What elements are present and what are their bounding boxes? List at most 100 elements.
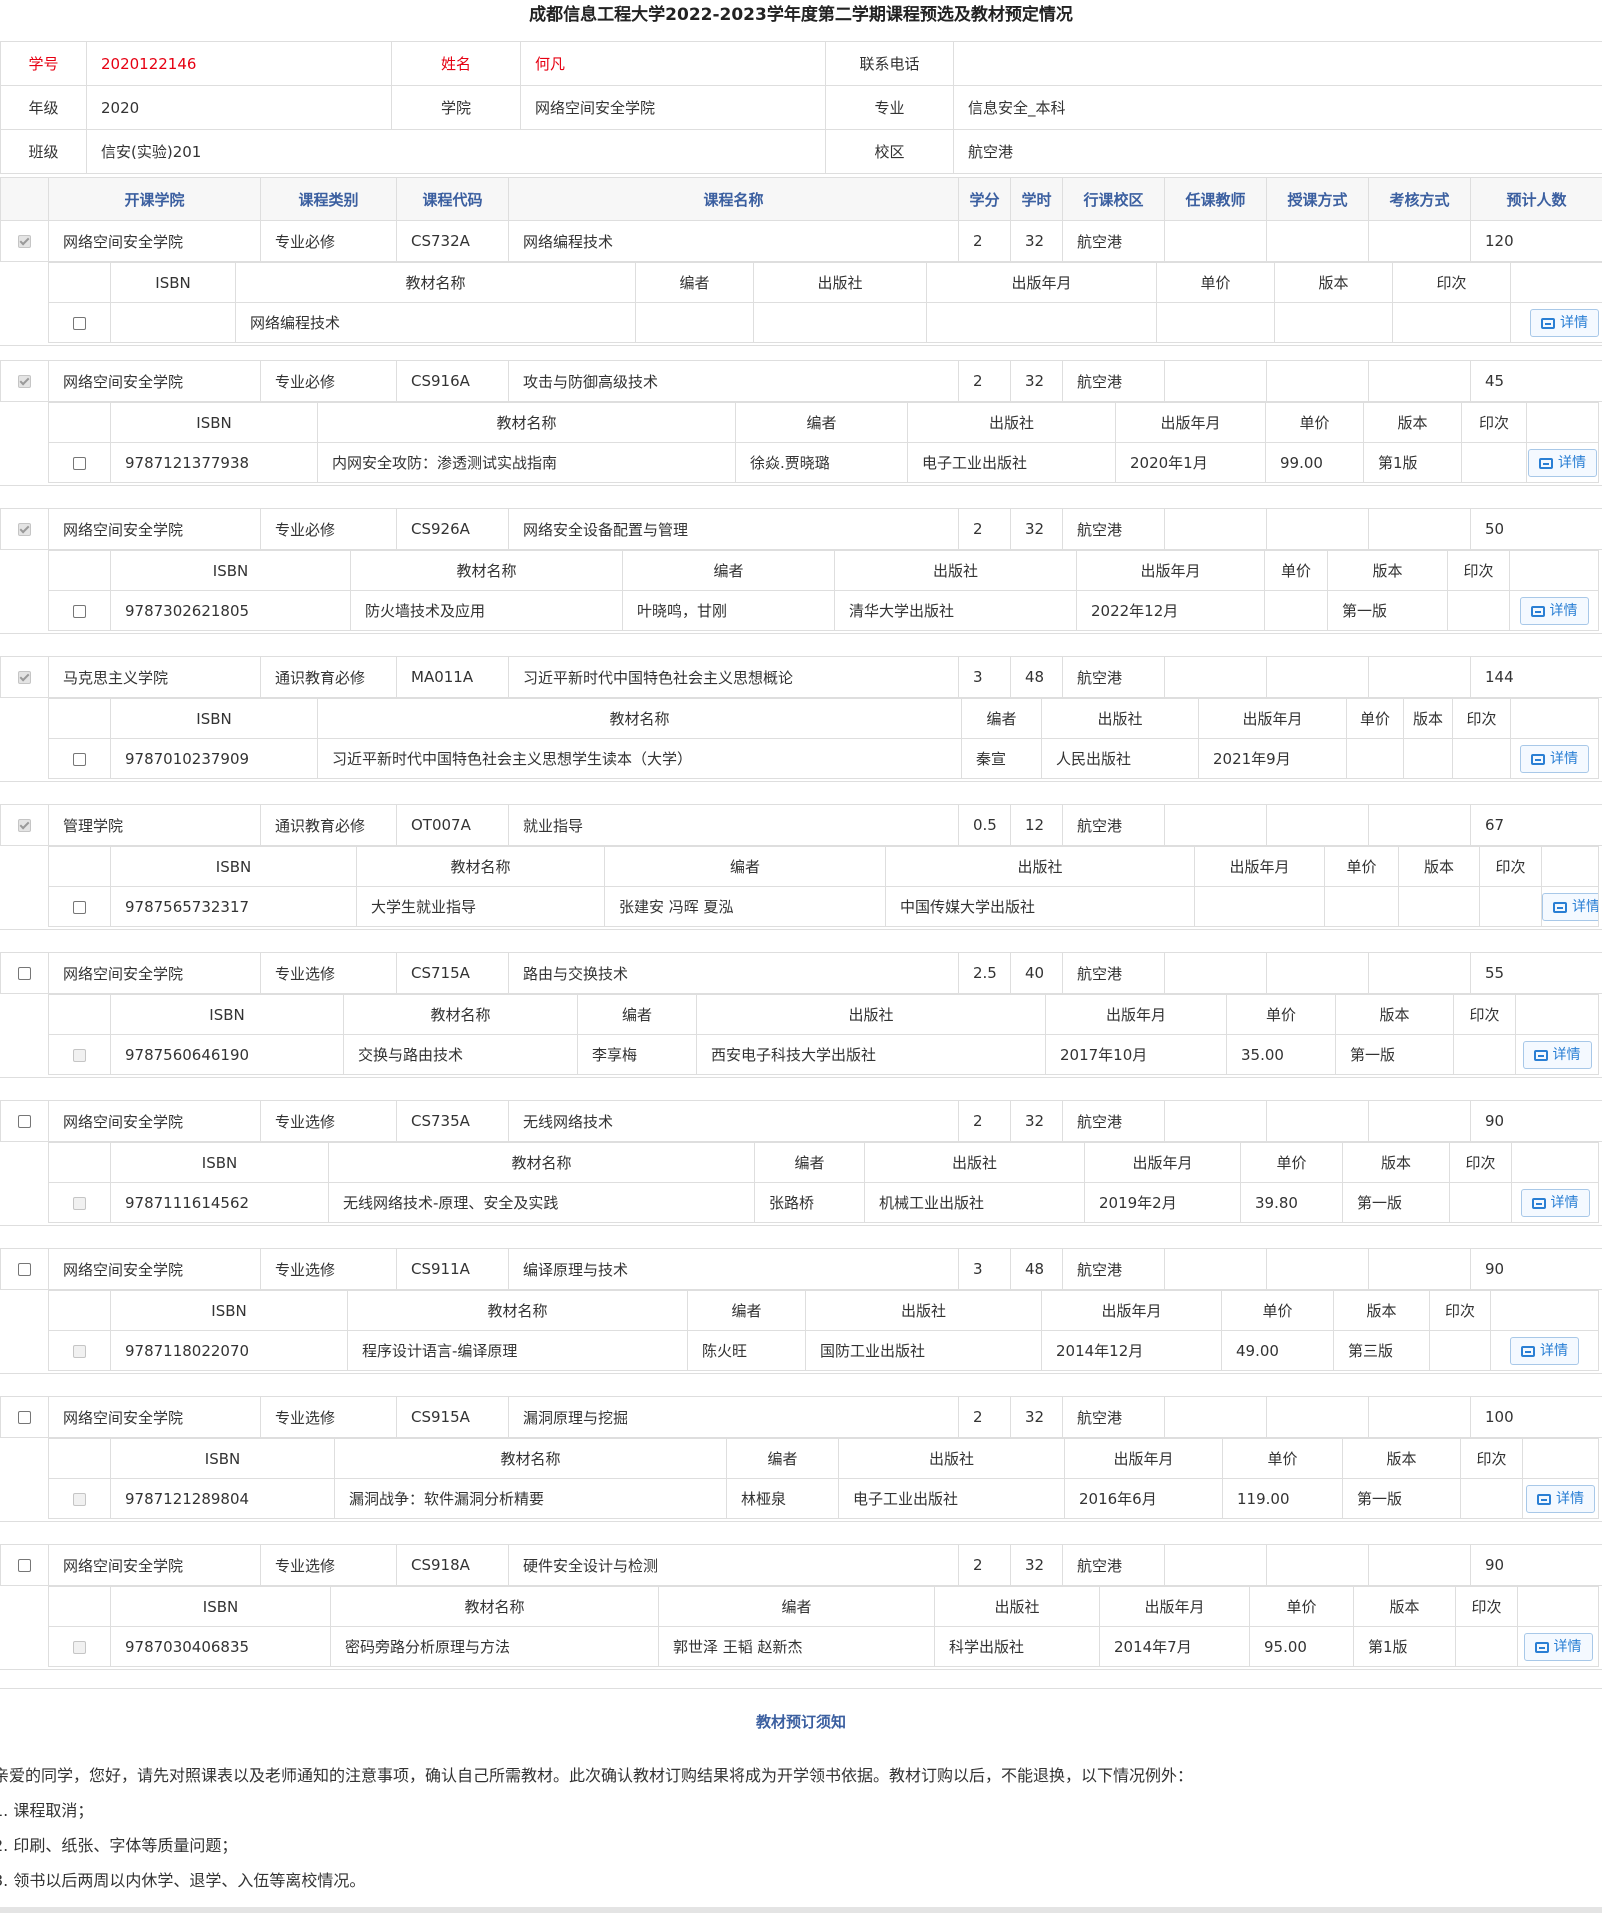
course-name: 网络编程技术	[509, 221, 959, 262]
textbook-header-cell: ISBN	[111, 263, 236, 303]
detail-button[interactable]: 详情	[1520, 597, 1589, 625]
course-select-checkbox[interactable]	[18, 523, 31, 536]
textbook-header-action	[1542, 847, 1599, 887]
detail-button[interactable]: 详情	[1526, 1485, 1595, 1513]
course-credit: 3	[959, 1249, 1011, 1290]
book-date: 2021年9月	[1199, 739, 1347, 779]
course-header-cell: 行课校区	[1063, 178, 1165, 221]
course-count: 120	[1471, 221, 1602, 262]
detail-button-label: 详情	[1572, 899, 1599, 915]
textbook-header-cell: 出版社	[835, 551, 1077, 591]
detail-button-label: 详情	[1550, 603, 1578, 619]
textbook-header-cell: ISBN	[111, 847, 357, 887]
textbook-select-checkbox[interactable]	[73, 901, 86, 914]
course-select-checkbox[interactable]	[18, 1559, 31, 1572]
course-hours: 48	[1011, 657, 1063, 698]
textbook-select-checkbox[interactable]	[73, 753, 86, 766]
card-icon	[1537, 1494, 1551, 1505]
course-select-checkbox[interactable]	[18, 1411, 31, 1424]
book-title: 内网安全攻防：渗透测试实战指南	[318, 443, 736, 483]
detail-button[interactable]: 详情	[1530, 309, 1599, 337]
course-name: 网络安全设备配置与管理	[509, 509, 959, 550]
course-select-checkbox[interactable]	[18, 1263, 31, 1276]
detail-button[interactable]: 详情	[1510, 1337, 1579, 1365]
textbook-header-cell: 教材名称	[329, 1143, 755, 1183]
course-exam	[1369, 1397, 1471, 1438]
course-code: MA011A	[397, 657, 509, 698]
detail-button[interactable]: 详情	[1523, 1041, 1592, 1069]
course-select-checkbox[interactable]	[18, 1115, 31, 1128]
course-hours: 32	[1011, 221, 1063, 262]
course-type: 专业必修	[261, 509, 397, 550]
course-college: 网络空间安全学院	[49, 953, 261, 994]
textbook-header-cell: 印次	[1448, 551, 1510, 591]
course-block: 网络空间安全学院专业选修CS911A编译原理与技术348航空港90ISBN教材名…	[0, 1248, 1602, 1374]
course-type: 通识教育必修	[261, 657, 397, 698]
course-header-cell: 任课教师	[1165, 178, 1267, 221]
course-code: CS911A	[397, 1249, 509, 1290]
detail-button[interactable]: 详情	[1521, 1189, 1590, 1217]
book-price: 39.80	[1241, 1183, 1343, 1223]
course-mode	[1267, 657, 1369, 698]
course-select-checkbox[interactable]	[18, 671, 31, 684]
textbook-header-cell: 教材名称	[318, 403, 736, 443]
course-type: 专业必修	[261, 221, 397, 262]
textbook-check-cell	[49, 1183, 111, 1223]
textbook-check-cell	[49, 739, 111, 779]
course-table: 网络空间安全学院专业必修CS916A攻击与防御高级技术232航空港45	[0, 360, 1602, 402]
detail-button-label: 详情	[1553, 1047, 1581, 1063]
course-select-checkbox[interactable]	[18, 819, 31, 832]
page-title: 成都信息工程大学2022-2023学年度第二学期课程预选及教材预定情况	[0, 0, 1602, 32]
textbook-select-checkbox[interactable]	[73, 317, 86, 330]
book-publisher: 国防工业出版社	[806, 1331, 1042, 1371]
textbook-check-cell	[49, 887, 111, 927]
textbook-header-check	[49, 1291, 111, 1331]
course-credit: 2	[959, 1545, 1011, 1586]
textbook-header-cell: 单价	[1223, 1439, 1343, 1479]
course-campus: 航空港	[1063, 1545, 1165, 1586]
textbook-table: ISBN教材名称编者出版社出版年月单价版本印次9787302621805防火墙技…	[48, 550, 1599, 631]
course-select-checkbox[interactable]	[18, 375, 31, 388]
textbook-select-checkbox[interactable]	[73, 457, 86, 470]
textbook-header-cell: 出版社	[935, 1587, 1100, 1627]
detail-button[interactable]: 详情	[1524, 1633, 1593, 1661]
course-table: 网络空间安全学院专业选修CS715A路由与交换技术2.540航空港55	[0, 952, 1602, 994]
course-count: 45	[1471, 361, 1602, 402]
course-row: 网络空间安全学院专业选修CS911A编译原理与技术348航空港90	[1, 1249, 1602, 1290]
course-table: 网络空间安全学院专业选修CS911A编译原理与技术348航空港90	[0, 1248, 1602, 1290]
course-table: 网络空间安全学院专业选修CS918A硬件安全设计与检测232航空港90	[0, 1544, 1602, 1586]
course-teacher	[1165, 361, 1267, 402]
textbook-check-cell	[49, 1627, 111, 1667]
textbook-header-action	[1516, 995, 1599, 1035]
textbook-header-cell: 印次	[1480, 847, 1542, 887]
course-teacher	[1165, 1249, 1267, 1290]
textbook-header-cell: 出版年月	[1199, 699, 1347, 739]
book-price	[1325, 887, 1399, 927]
course-select-checkbox[interactable]	[18, 235, 31, 248]
detail-button-label: 详情	[1554, 1639, 1582, 1655]
book-publisher: 科学出版社	[935, 1627, 1100, 1667]
detail-button[interactable]: 详情	[1542, 893, 1599, 921]
course-type: 专业选修	[261, 953, 397, 994]
textbook-check-cell	[49, 1331, 111, 1371]
card-icon	[1534, 1050, 1548, 1061]
class-label: 班级	[1, 130, 87, 174]
detail-button[interactable]: 详情	[1520, 745, 1589, 773]
book-price	[1347, 739, 1404, 779]
student-name-label: 姓名	[392, 42, 521, 86]
textbook-header-cell: 编者	[636, 263, 754, 303]
course-row: 管理学院通识教育必修OT007A就业指导0.512航空港67	[1, 805, 1602, 846]
detail-button[interactable]: 详情	[1528, 449, 1597, 477]
phone-value	[954, 42, 1602, 86]
textbook-header-action	[1527, 403, 1599, 443]
course-select-checkbox[interactable]	[18, 967, 31, 980]
textbook-header-row: ISBN教材名称编者出版社出版年月单价版本印次	[49, 699, 1599, 739]
student-info-table: 学号 2020122146 姓名 何凡 联系电话 年级 2020 学院 网络空间…	[0, 41, 1602, 174]
textbook-select-checkbox[interactable]	[73, 605, 86, 618]
textbook-section: ISBN教材名称编者出版社出版年月单价版本印次9787560646190交换与路…	[0, 994, 1602, 1078]
course-credit: 3	[959, 657, 1011, 698]
textbook-header-cell: 出版社	[908, 403, 1116, 443]
book-printing	[1480, 887, 1542, 927]
card-icon	[1531, 754, 1545, 765]
course-hours: 48	[1011, 1249, 1063, 1290]
